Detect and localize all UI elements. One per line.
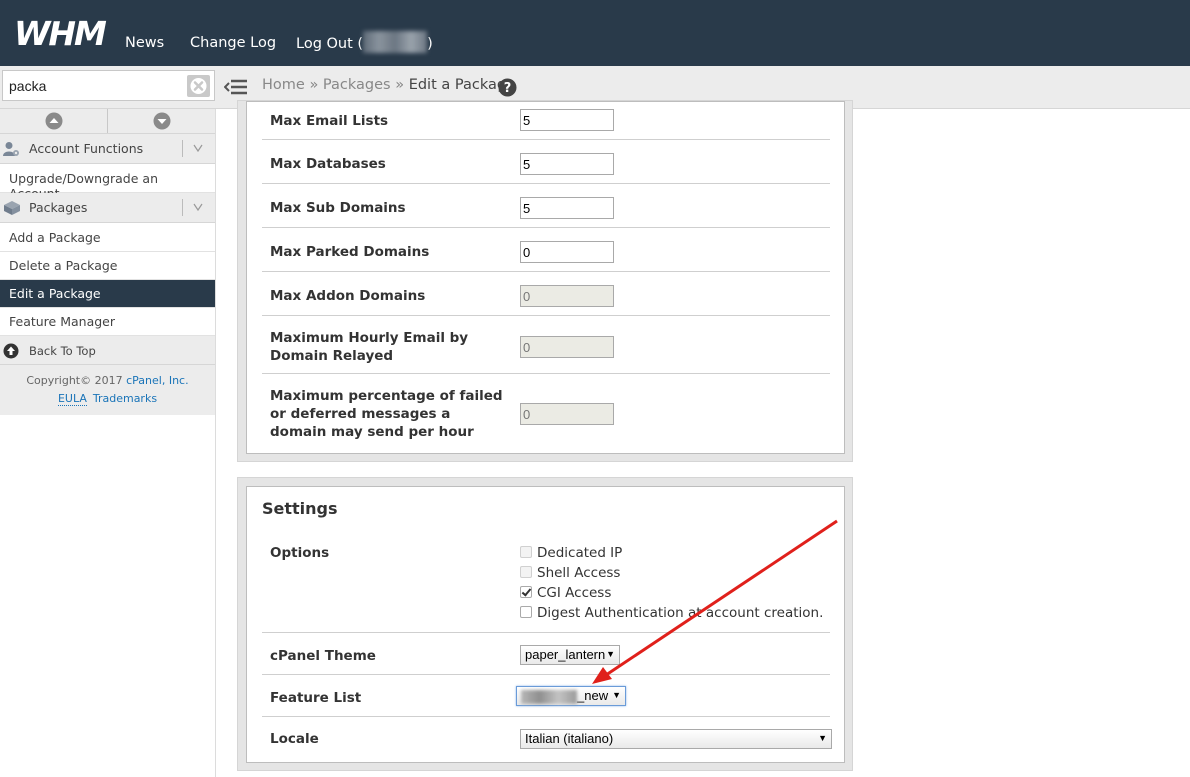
- red-annotation-arrow: [592, 519, 838, 684]
